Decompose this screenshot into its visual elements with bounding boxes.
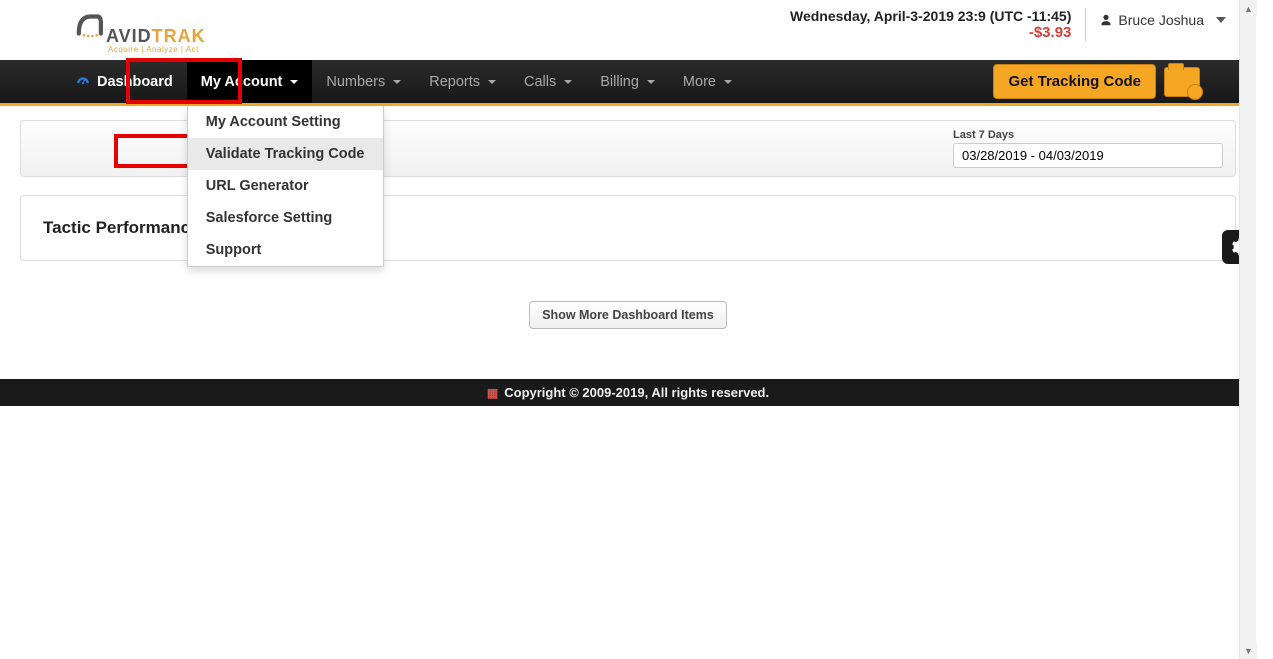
footer-text: Copyright © 2009-2019, All rights reserv…: [504, 385, 769, 400]
scroll-up-arrow[interactable]: ▲: [1240, 0, 1257, 17]
header-datetime: Wednesday, April-3-2019 23:9 (UTC -11:45…: [790, 8, 1071, 24]
menu-my-account-setting[interactable]: My Account Setting: [188, 106, 383, 138]
chevron-down-icon: [1216, 17, 1226, 23]
nav-more-label: More: [683, 74, 716, 90]
menu-validate-tracking-code[interactable]: Validate Tracking Code: [188, 138, 383, 170]
get-tracking-code-button[interactable]: Get Tracking Code: [993, 64, 1156, 99]
nav-reports[interactable]: Reports: [415, 60, 510, 103]
nav-calls-label: Calls: [524, 74, 556, 90]
main-nav: Dashboard My Account My Account Setting …: [0, 60, 1256, 106]
nav-reports-label: Reports: [429, 74, 480, 90]
chevron-down-icon: [564, 80, 572, 84]
chevron-down-icon: [393, 80, 401, 84]
nav-more[interactable]: More: [669, 60, 746, 103]
scroll-down-arrow[interactable]: ▼: [1240, 642, 1257, 659]
nav-billing[interactable]: Billing: [586, 60, 669, 103]
date-filter-label: Last 7 Days: [953, 129, 1223, 141]
chevron-down-icon: [290, 80, 298, 84]
user-name: Bruce Joshua: [1118, 12, 1204, 28]
logo[interactable]: AVIDTRAK Acquire | Analyze | Act: [72, 8, 206, 54]
tactic-performance-heading: Tactic Performance: [33, 204, 210, 252]
date-range-input[interactable]: [953, 143, 1223, 168]
datetime-block: Wednesday, April-3-2019 23:9 (UTC -11:45…: [790, 8, 1086, 41]
chevron-down-icon: [647, 80, 655, 84]
top-header: AVIDTRAK Acquire | Analyze | Act Wednesd…: [0, 0, 1256, 60]
vertical-scrollbar[interactable]: ▲ ▼: [1239, 0, 1256, 659]
nav-numbers[interactable]: Numbers: [312, 60, 415, 103]
menu-support[interactable]: Support: [188, 234, 383, 266]
menu-url-generator[interactable]: URL Generator: [188, 170, 383, 202]
user-icon: [1100, 13, 1112, 27]
my-account-dropdown: My Account Setting Validate Tracking Cod…: [187, 106, 384, 267]
header-balance: -$3.93: [790, 24, 1071, 41]
footer-grid-icon: ▦: [487, 386, 498, 400]
nav-numbers-label: Numbers: [326, 74, 385, 90]
footer: ▦ Copyright © 2009-2019, All rights reser…: [0, 379, 1256, 406]
user-menu[interactable]: Bruce Joshua: [1100, 8, 1236, 28]
logo-text-dark: AVID: [106, 26, 152, 46]
logo-text-orange: TRAK: [152, 26, 206, 46]
dashboard-icon: [74, 75, 92, 89]
nav-billing-label: Billing: [600, 74, 639, 90]
logo-tagline: Acquire | Analyze | Act: [108, 45, 206, 54]
logo-mark-icon: [72, 8, 106, 42]
chevron-down-icon: [724, 80, 732, 84]
nav-my-account-label: My Account: [201, 74, 283, 90]
nav-dashboard-label: Dashboard: [97, 74, 173, 90]
menu-salesforce-setting[interactable]: Salesforce Setting: [188, 202, 383, 234]
nav-dashboard[interactable]: Dashboard: [60, 60, 187, 103]
chevron-down-icon: [488, 80, 496, 84]
show-more-button[interactable]: Show More Dashboard Items: [529, 301, 727, 329]
nav-my-account[interactable]: My Account My Account Setting Validate T…: [187, 60, 313, 103]
nav-calls[interactable]: Calls: [510, 60, 586, 103]
folder-home-icon[interactable]: [1164, 67, 1200, 97]
scroll-track[interactable]: [1240, 17, 1256, 642]
